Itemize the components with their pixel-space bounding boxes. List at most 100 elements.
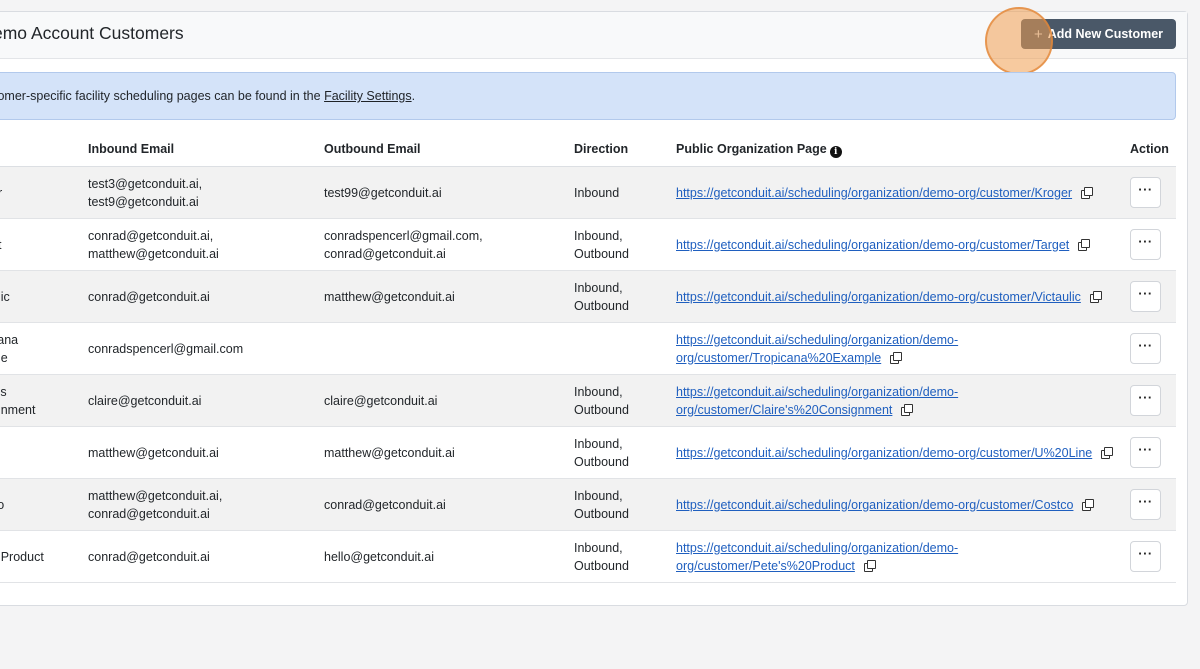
column-header-outbound-email[interactable]: Outbound Email — [324, 142, 421, 156]
direction: Inbound, Outbound — [574, 540, 629, 573]
direction: Inbound, Outbound — [574, 436, 629, 469]
outbound-email-cell: claire@getconduit.ai — [324, 375, 564, 426]
table-row: et conrad@getconduit.ai, matthew@getcondu… — [0, 219, 1176, 271]
customers-card: emo Account Customers + Add New Customer… — [0, 7, 1188, 606]
card-header: emo Account Customers — [0, 12, 1187, 59]
inbound-email-cell: matthew@getconduit.ai, conrad@getconduit… — [88, 479, 308, 530]
customer-name: er — [0, 185, 3, 200]
table-row: s Product conrad@getconduit.ai hello@getco… — [0, 531, 1176, 583]
inbound-email-cell: conrad@getconduit.ai — [88, 531, 308, 582]
inbound-email-cell: matthew@getconduit.ai — [88, 427, 308, 478]
inbound-email: matthew@getconduit.ai, conrad@getconduit… — [88, 488, 223, 521]
column-header-direction[interactable]: Direction — [574, 142, 628, 156]
public-page-cell: https://getconduit.ai/scheduling/organiz… — [676, 219, 1116, 270]
customer-name: et — [0, 236, 1, 254]
row-actions-button[interactable]: ··· — [1130, 177, 1161, 208]
copy-icon[interactable] — [890, 351, 903, 364]
action-cell: ··· — [1130, 271, 1162, 322]
inbound-email: conrad@getconduit.ai — [88, 289, 210, 304]
customer-name-cell: e — [0, 427, 61, 478]
copy-icon[interactable] — [1089, 290, 1102, 303]
direction-cell: Inbound, Outbound — [574, 271, 664, 322]
copy-icon[interactable] — [863, 559, 876, 572]
public-page-cell: https://getconduit.ai/scheduling/organiz… — [676, 375, 1116, 426]
outbound-email-cell — [324, 323, 564, 374]
copy-icon[interactable] — [1081, 186, 1094, 199]
copy-icon[interactable] — [901, 403, 914, 416]
outbound-email-cell: matthew@getconduit.ai — [324, 271, 564, 322]
add-new-customer-button[interactable]: + Add New Customer — [1021, 19, 1176, 49]
row-actions-button[interactable]: ··· — [1130, 229, 1161, 260]
facility-settings-link[interactable]: Facility Settings — [324, 89, 412, 103]
direction: Inbound — [574, 185, 620, 200]
public-page-cell: https://getconduit.ai/scheduling/organiz… — [676, 479, 1116, 530]
row-actions-button[interactable]: ··· — [1130, 437, 1161, 468]
outbound-email-cell: matthew@getconduit.ai — [324, 427, 564, 478]
customer-name-cell: e's ignment — [0, 375, 61, 426]
table-row: cana ple conradspencerl@gmail.com https://… — [0, 323, 1176, 375]
outbound-email-cell: test99@getconduit.ai — [324, 167, 564, 218]
customer-name-cell: s Product — [0, 531, 61, 582]
public-page-link[interactable]: https://getconduit.ai/scheduling/organiz… — [676, 385, 958, 417]
public-page-cell: https://getconduit.ai/scheduling/organiz… — [676, 167, 1116, 218]
info-banner: tomer-specific facility scheduling pages… — [0, 72, 1176, 120]
copy-icon[interactable] — [1101, 446, 1114, 459]
copy-icon[interactable] — [1082, 498, 1095, 511]
row-actions-button[interactable]: ··· — [1130, 333, 1161, 364]
public-page-link-wrap: https://getconduit.ai/scheduling/organiz… — [676, 444, 1114, 462]
inbound-email: test3@getconduit.ai, test9@getconduit.ai — [88, 176, 203, 209]
outbound-email-cell: conradspencerl@gmail.com, conrad@getcond… — [324, 219, 564, 270]
public-page-cell: https://getconduit.ai/scheduling/organiz… — [676, 271, 1116, 322]
row-actions-button[interactable]: ··· — [1130, 281, 1161, 312]
public-page-link[interactable]: https://getconduit.ai/scheduling/organiz… — [676, 446, 1092, 460]
customer-name-cell: co — [0, 479, 61, 530]
public-page-link[interactable]: https://getconduit.ai/scheduling/organiz… — [676, 333, 958, 365]
public-page-link[interactable]: https://getconduit.ai/scheduling/organiz… — [676, 290, 1081, 304]
customers-table: e Inbound Email Outbound Email Direction… — [0, 132, 1176, 583]
info-icon[interactable]: i — [829, 146, 842, 158]
public-page-link-wrap: https://getconduit.ai/scheduling/organiz… — [676, 539, 958, 575]
customer-name: ulic — [0, 289, 10, 304]
outbound-email: hello@getconduit.ai — [324, 549, 434, 564]
inbound-email: conrad@getconduit.ai — [88, 549, 210, 564]
public-page-link[interactable]: https://getconduit.ai/scheduling/organiz… — [676, 238, 1069, 252]
table-row: e's ignment claire@getconduit.ai claire@ge… — [0, 375, 1176, 427]
public-page-cell: https://getconduit.ai/scheduling/organiz… — [676, 427, 1116, 478]
table-row: er test3@getconduit.ai, test9@getconduit.… — [0, 167, 1176, 219]
action-cell: ··· — [1130, 323, 1162, 374]
public-page-cell: https://getconduit.ai/scheduling/organiz… — [676, 323, 1116, 374]
inbound-email: conradspencerl@gmail.com — [88, 341, 244, 356]
customer-name: s Product — [0, 549, 44, 564]
public-page-link-wrap: https://getconduit.ai/scheduling/organiz… — [676, 184, 1094, 202]
outbound-email: claire@getconduit.ai — [324, 393, 438, 408]
copy-icon[interactable] — [1078, 238, 1091, 251]
public-page-link-wrap: https://getconduit.ai/scheduling/organiz… — [676, 383, 958, 419]
banner-text-end: . — [411, 89, 416, 103]
column-header-public-page[interactable]: Public Organization Page i — [676, 142, 842, 158]
public-page-link-wrap: https://getconduit.ai/scheduling/organiz… — [676, 496, 1095, 514]
outbound-email: conrad@getconduit.ai — [324, 497, 446, 512]
inbound-email: conrad@getconduit.ai, matthew@getconduit… — [88, 228, 219, 261]
row-actions-button[interactable]: ··· — [1130, 489, 1161, 520]
public-page-link-wrap: https://getconduit.ai/scheduling/organiz… — [676, 288, 1102, 306]
table-row: ulic conrad@getconduit.ai matthew@getcondu… — [0, 271, 1176, 323]
action-cell: ··· — [1130, 375, 1162, 426]
page-title: emo Account Customers — [0, 23, 184, 43]
public-page-link[interactable]: https://getconduit.ai/scheduling/organiz… — [676, 186, 1072, 200]
inbound-email-cell: conradspencerl@gmail.com — [88, 323, 308, 374]
row-actions-button[interactable]: ··· — [1130, 385, 1161, 416]
public-page-link[interactable]: https://getconduit.ai/scheduling/organiz… — [676, 541, 958, 573]
public-page-cell: https://getconduit.ai/scheduling/organiz… — [676, 531, 1116, 582]
direction: Inbound, Outbound — [574, 384, 629, 417]
customer-name-cell: ulic — [0, 271, 61, 322]
row-actions-button[interactable]: ··· — [1130, 541, 1161, 572]
table-header: e Inbound Email Outbound Email Direction… — [0, 132, 1176, 167]
direction-cell: Inbound, Outbound — [574, 479, 664, 530]
column-header-inbound-email[interactable]: Inbound Email — [88, 142, 174, 156]
direction: Inbound, Outbound — [574, 280, 629, 313]
action-cell: ··· — [1130, 479, 1162, 530]
direction: Inbound, Outbound — [574, 228, 629, 261]
customer-name-cell: cana ple — [0, 323, 61, 374]
public-page-link[interactable]: https://getconduit.ai/scheduling/organiz… — [676, 498, 1073, 512]
direction: Inbound, Outbound — [574, 488, 629, 521]
